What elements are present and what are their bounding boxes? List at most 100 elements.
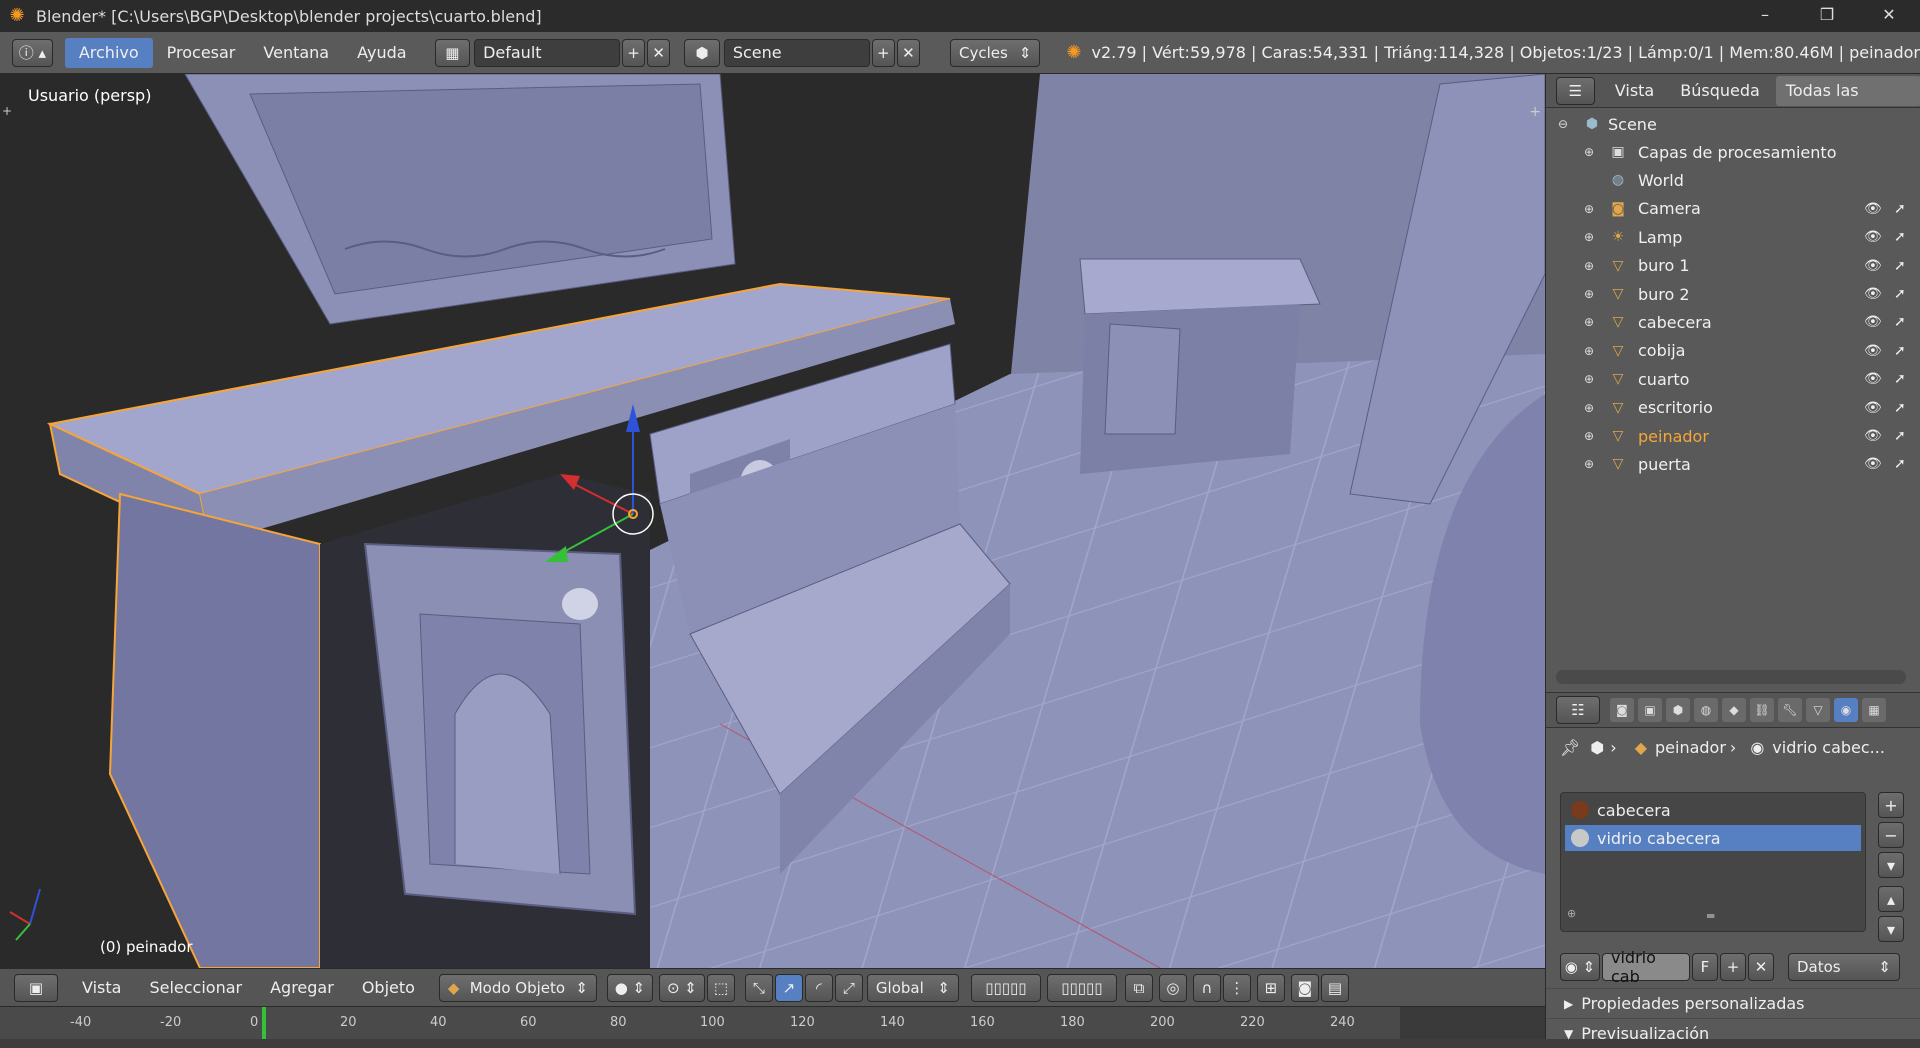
outliner-item[interactable]: ⊕ ▣ Capas de procesamiento	[1546, 138, 1920, 166]
expand-icon[interactable]: ⊕	[1584, 145, 1594, 159]
selectable-arrow-icon[interactable]: ➚	[1894, 201, 1906, 217]
move-slot-down-button[interactable]: ▾	[1878, 916, 1904, 942]
fake-user-button[interactable]: F	[1692, 953, 1718, 981]
current-frame-marker[interactable]	[262, 1007, 266, 1039]
panel-custom-properties[interactable]: ▶ Propiedades personalizadas	[1546, 988, 1920, 1018]
outliner-item[interactable]: ⊕ ▽ escritorio 👁︎ ➚	[1546, 394, 1920, 422]
visibility-eye-icon[interactable]: 👁︎	[1864, 229, 1882, 245]
rotate-manipulator-button[interactable]: ◜	[804, 973, 833, 1002]
outliner-tab-todas-escenas[interactable]: Todas las escenas	[1775, 75, 1920, 130]
manipulator-toggle-button[interactable]: ⤡	[744, 973, 773, 1002]
proportional-edit-button[interactable]: ◎	[1158, 973, 1187, 1002]
menu-ayuda[interactable]: Ayuda	[343, 38, 420, 68]
outliner-tab-vista[interactable]: Vista	[1605, 76, 1664, 106]
expand-icon[interactable]: ⊕	[1584, 344, 1594, 358]
menu-vista[interactable]: Vista	[68, 973, 135, 1003]
transform-orientation-dropdown[interactable]: Global ⇕	[866, 973, 959, 1002]
outliner-item[interactable]: ⊕ ▽ buro 2 👁︎ ➚	[1546, 280, 1920, 308]
outliner-item[interactable]: ⊕ ☀ Lamp 👁︎ ➚	[1546, 223, 1920, 251]
properties-shelf-toggle-icon[interactable]: +	[1529, 104, 1541, 120]
scene-tab-icon[interactable]: ⬢	[1666, 698, 1690, 722]
collapse-icon[interactable]: ⊖	[1558, 117, 1568, 131]
visibility-eye-icon[interactable]: 👁︎	[1864, 371, 1882, 387]
render-opengl-animation-button[interactable]: ▤	[1320, 973, 1349, 1002]
close-button[interactable]: ✕	[1858, 0, 1920, 32]
material-specials-button[interactable]: ▾	[1878, 852, 1904, 878]
expand-icon[interactable]: ⊕	[1584, 287, 1594, 301]
modifiers-tab-icon[interactable]: 🔧︎	[1778, 698, 1802, 722]
render-opengl-image-button[interactable]: ◙	[1290, 973, 1319, 1002]
editor-type-info-button[interactable]: ⓘ ▴	[12, 38, 53, 67]
screen-layout-selector[interactable]: ▦	[434, 38, 471, 67]
expand-icon[interactable]: ⊕	[1584, 230, 1594, 244]
menu-agregar[interactable]: Agregar	[256, 973, 348, 1003]
outliner-item[interactable]: ⊕ ▽ peinador 👁︎ ➚	[1546, 422, 1920, 450]
visibility-eye-icon[interactable]: 👁︎	[1864, 286, 1882, 302]
outliner-item[interactable]: ⊕ ▽ puerta 👁︎ ➚	[1546, 450, 1920, 478]
expand-icon[interactable]: ⊕	[1584, 429, 1594, 443]
toolshelf-toggle-icon[interactable]: +	[2, 104, 12, 118]
visibility-eye-icon[interactable]: 👁︎	[1864, 428, 1882, 444]
outliner-horizontal-scrollbar[interactable]	[1556, 670, 1906, 684]
world-tab-icon[interactable]: ◍	[1694, 698, 1718, 722]
selectable-arrow-icon[interactable]: ➚	[1894, 456, 1906, 472]
outliner-item[interactable]: ◍ World	[1546, 166, 1920, 194]
selectable-arrow-icon[interactable]: ➚	[1894, 314, 1906, 330]
visibility-eye-icon[interactable]: 👁︎	[1864, 343, 1882, 359]
render-tab-icon[interactable]: ◙	[1610, 698, 1634, 722]
delete-layout-button[interactable]: ✕	[647, 38, 671, 67]
selectable-arrow-icon[interactable]: ➚	[1894, 229, 1906, 245]
visibility-eye-icon[interactable]: 👁︎	[1864, 400, 1882, 416]
browse-material-button[interactable]: ◉ ⇕	[1560, 953, 1600, 981]
scene-layers-grid-b[interactable]: ▯▯▯▯▯	[1046, 973, 1117, 1002]
outliner-item[interactable]: ⊕ ◙ Camera 👁︎ ➚	[1546, 195, 1920, 223]
viewport-shading-dropdown[interactable]: ● ⇕	[606, 973, 653, 1002]
outliner-tree[interactable]: ⊖ ⬢ Scene ⊕ ▣ Capas de procesamiento ◍ World…	[1546, 108, 1920, 676]
maximize-button[interactable]: ❒	[1796, 0, 1858, 32]
snap-element-dropdown[interactable]: ⋮	[1222, 973, 1251, 1002]
object-tab-icon[interactable]: ◆	[1722, 698, 1746, 722]
visibility-eye-icon[interactable]: 👁︎	[1864, 258, 1882, 274]
scale-manipulator-button[interactable]: ⤢	[834, 973, 863, 1002]
scene-selector[interactable]: ⬢	[684, 38, 720, 67]
new-material-button[interactable]: +	[1720, 953, 1746, 981]
material-link-dropdown[interactable]: Datos ⇕	[1788, 953, 1900, 981]
material-slot-cabecera[interactable]: cabecera	[1565, 797, 1861, 823]
outliner-item[interactable]: ⊕ ▽ cuarto 👁︎ ➚	[1546, 365, 1920, 393]
texture-tab-icon[interactable]: ▦	[1862, 698, 1886, 722]
pin-icon[interactable]: 📌︎	[1560, 738, 1580, 757]
outliner-item[interactable]: ⊕ ▽ cabecera 👁︎ ➚	[1546, 308, 1920, 336]
menu-objeto[interactable]: Objeto	[348, 973, 429, 1003]
scene-name-field[interactable]: Scene	[723, 38, 870, 67]
expand-icon[interactable]: ⊕	[1584, 372, 1594, 386]
lock-camera-button[interactable]: ⧉	[1124, 973, 1153, 1002]
editor-type-outliner-button[interactable]: ☰	[1556, 76, 1595, 105]
add-scene-button[interactable]: +	[871, 38, 895, 67]
list-filter-toggle-icon[interactable]: ⊕	[1567, 907, 1576, 920]
menu-ventana[interactable]: Ventana	[249, 38, 343, 68]
pivot-point-dropdown[interactable]: ⊙ ⇕	[658, 973, 705, 1002]
keyframe-button[interactable]: ⊞	[1256, 973, 1285, 1002]
timeline-ruler[interactable]: -40-200204060801001201401601802002202402…	[0, 1006, 1545, 1039]
constraints-tab-icon[interactable]: ⛓	[1750, 698, 1774, 722]
3d-viewport[interactable]: Usuario (persp) (0) peinador + +	[0, 74, 1545, 968]
delete-scene-button[interactable]: ✕	[896, 38, 921, 67]
outliner-tab-busqueda[interactable]: Búsqueda	[1670, 76, 1770, 106]
render-layers-tab-icon[interactable]: ▣	[1638, 698, 1662, 722]
outliner-item[interactable]: ⊕ ▽ buro 1 👁︎ ➚	[1546, 252, 1920, 280]
material-tab-icon[interactable]: ◉	[1834, 698, 1858, 722]
add-material-slot-button[interactable]: +	[1878, 792, 1904, 818]
expand-icon[interactable]: ⊕	[1584, 202, 1594, 216]
editor-type-3dview-button[interactable]: ▣	[14, 973, 58, 1002]
material-name-field[interactable]: vidrio cab	[1602, 948, 1690, 986]
add-layout-button[interactable]: +	[621, 38, 646, 67]
panel-preview[interactable]: ▼ Previsualización	[1546, 1018, 1920, 1048]
editor-type-properties-button[interactable]: ☷	[1556, 696, 1600, 724]
selectable-arrow-icon[interactable]: ➚	[1894, 400, 1906, 416]
breadcrumb-material[interactable]: vidrio cabec...	[1772, 738, 1885, 757]
selectable-arrow-icon[interactable]: ➚	[1894, 371, 1906, 387]
interaction-mode-dropdown[interactable]: ◆ Modo Objeto ⇕	[438, 973, 597, 1002]
selectable-arrow-icon[interactable]: ➚	[1894, 428, 1906, 444]
material-slot-list[interactable]: cabecera vidrio cabecera ⊕ ═	[1560, 792, 1866, 932]
data-tab-icon[interactable]: ▽	[1806, 698, 1830, 722]
